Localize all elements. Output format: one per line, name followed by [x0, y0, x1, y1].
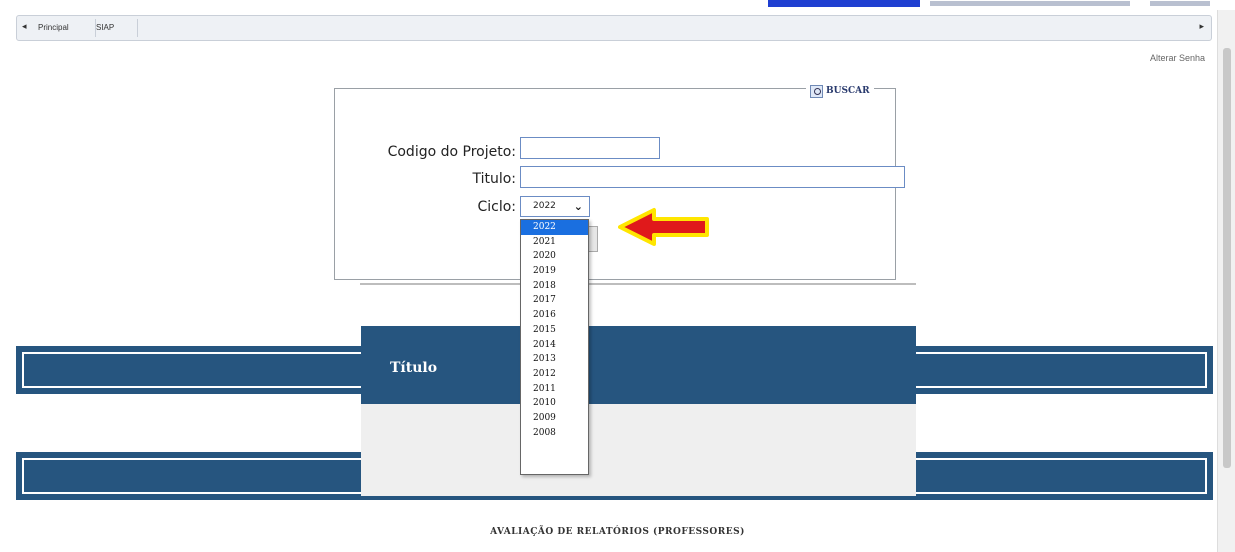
chevron-down-icon: ⌄ — [573, 200, 583, 213]
ciclo-option-2021[interactable]: 2021 — [521, 235, 588, 250]
ciclo-option-2022[interactable]: 2022 — [521, 220, 588, 235]
results-table-header: Título — [361, 326, 916, 404]
ciclo-label: Ciclo: — [477, 199, 516, 215]
ciclo-option-2016[interactable]: 2016 — [521, 308, 588, 323]
arrow-pointer-icon — [618, 208, 709, 246]
titulo-label: Titulo: — [472, 171, 516, 187]
ciclo-option-2015[interactable]: 2015 — [521, 323, 588, 338]
search-submit-button[interactable] — [588, 226, 598, 252]
divider — [360, 283, 916, 285]
top-header-strip — [0, 0, 1235, 8]
ciclo-option-2008[interactable]: 2008 — [521, 426, 588, 441]
column-header-titulo: Título — [390, 360, 438, 376]
search-icon — [810, 84, 823, 98]
scrollbar-thumb[interactable] — [1223, 48, 1231, 468]
ciclo-option-2020[interactable]: 2020 — [521, 249, 588, 264]
tab-siap[interactable]: SIAP — [93, 19, 138, 37]
tab-scroll-left-icon[interactable]: ◂ — [22, 22, 27, 32]
ciclo-select[interactable]: 2022 ⌄ — [520, 196, 590, 217]
codigo-label: Codigo do Projeto: — [387, 144, 516, 160]
results-table-body — [361, 404, 916, 496]
ciclo-option-2012[interactable]: 2012 — [521, 367, 588, 382]
codigo-input[interactable] — [520, 137, 660, 159]
tab-principal[interactable]: Principal — [35, 19, 96, 37]
tab-scroll-right-icon[interactable]: ▸ — [1199, 22, 1204, 32]
tab-bar: ◂ Principal SIAP ▸ — [16, 15, 1212, 41]
search-legend-label: BUSCAR — [826, 86, 870, 96]
ciclo-option-2010[interactable]: 2010 — [521, 396, 588, 411]
top-user-info-blur — [930, 1, 1130, 6]
ciclo-option-2019[interactable]: 2019 — [521, 264, 588, 279]
titulo-input[interactable] — [520, 166, 905, 188]
ciclo-option-2009[interactable]: 2009 — [521, 411, 588, 426]
change-password-link[interactable]: Alterar Senha — [1150, 53, 1205, 63]
page-footer-title: AVALIAÇÃO DE RELATÓRIOS (PROFESSORES) — [490, 527, 745, 537]
search-legend[interactable]: BUSCAR — [806, 80, 874, 102]
top-logout-blur — [1150, 1, 1210, 6]
top-blue-banner — [768, 0, 920, 7]
ciclo-option-2018[interactable]: 2018 — [521, 279, 588, 294]
ciclo-selected-value: 2022 — [533, 201, 556, 211]
ciclo-dropdown-list[interactable]: 2022 2021 2020 2019 2018 2017 2016 2015 2014 2013… — [520, 219, 589, 475]
ciclo-option-2013[interactable]: 2013 — [521, 352, 588, 367]
ciclo-option-2011[interactable]: 2011 — [521, 382, 588, 397]
page-scrollbar[interactable] — [1217, 10, 1235, 552]
ciclo-option-2014[interactable]: 2014 — [521, 338, 588, 353]
ciclo-option-2017[interactable]: 2017 — [521, 293, 588, 308]
